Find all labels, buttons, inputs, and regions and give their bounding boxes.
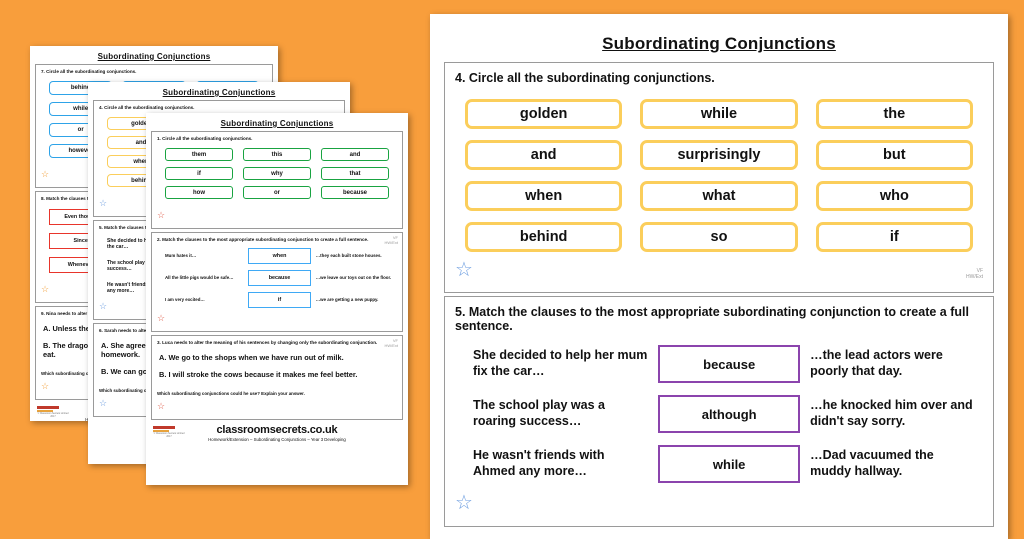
word-tile[interactable]: why <box>243 167 311 180</box>
word-tile[interactable]: what <box>640 181 798 211</box>
conjunction-tile[interactable]: when <box>248 248 311 264</box>
clause-text: She decided to help her mum fix the car… <box>473 348 648 378</box>
classroom-secrets-logo-icon: © Classroom Secrets Limited 2017 <box>153 426 185 438</box>
clause-text: All the little pigs would be safe… <box>165 275 234 281</box>
conjunction-tile[interactable]: because <box>248 270 311 286</box>
word-tile[interactable]: when <box>465 181 623 211</box>
match-row: He wasn't friends with Ahmed any more… w… <box>473 445 977 483</box>
screenshot-root: { "page": { "background_color": "#F89E3C… <box>0 0 1024 539</box>
sheet4-q2-prompt: 2. Match the clauses to the most appropr… <box>157 237 369 242</box>
worksheet-sheet-4[interactable]: Subordinating Conjunctions 1. Circle all… <box>146 113 408 485</box>
conjunction-tile[interactable]: although <box>658 395 801 433</box>
ending-text: …we leave our toys out on the floor. <box>315 275 392 281</box>
word-tile[interactable]: behind <box>465 222 623 252</box>
front-q5-footer: ☆ <box>455 493 983 514</box>
word-tile[interactable]: while <box>640 99 798 129</box>
sheet4-q3-line-a: A. We go to the shops when we have run o… <box>159 353 344 362</box>
clause-text: I am very excited… <box>165 297 205 303</box>
star-icon: ☆ <box>41 284 50 294</box>
match-row: I am very excited… if …we are getting a … <box>165 292 394 308</box>
sheet3-q4-prompt: 4. Circle all the subordinating conjunct… <box>99 105 195 110</box>
front-question-4: 4. Circle all the subordinating conjunct… <box>444 62 994 293</box>
word-tile[interactable]: who <box>815 181 973 211</box>
front-q4-prompt: 4. Circle all the subordinating conjunct… <box>455 71 715 85</box>
front-q5-prompt: 5. Match the clauses to the most appropr… <box>455 305 969 333</box>
word-tile[interactable]: how <box>165 186 233 199</box>
star-icon: ☆ <box>455 259 473 281</box>
ending-text: …he knocked him over and didn't say sorr… <box>810 398 973 428</box>
star-icon: ☆ <box>99 398 108 408</box>
ending-text: …we are getting a new puppy. <box>315 297 379 303</box>
star-icon: ☆ <box>157 210 166 220</box>
word-tile[interactable]: if <box>815 222 973 252</box>
star-icon: ☆ <box>41 169 50 179</box>
word-tile[interactable]: that <box>321 167 389 180</box>
sheet4-q3-prompt: 3. Luca needs to alter the meaning of hi… <box>157 340 378 345</box>
conjunction-tile[interactable]: because <box>658 345 801 383</box>
word-tile[interactable]: them <box>165 148 233 161</box>
word-tile[interactable]: and <box>465 140 623 170</box>
match-row: All the little pigs would be safe… becau… <box>165 270 394 286</box>
word-tile[interactable]: this <box>243 148 311 161</box>
star-icon: ☆ <box>41 381 50 391</box>
sheet4-q1-tiles: them this and if why that how or because <box>165 148 389 199</box>
worksheet-sheet-front[interactable]: Subordinating Conjunctions 4. Circle all… <box>430 14 1008 539</box>
clause-text: Mum hates it… <box>165 253 197 259</box>
copyright-text: © Classroom Secrets Limited 2017 <box>37 412 69 418</box>
star-icon: ☆ <box>99 301 108 311</box>
conjunction-tile[interactable]: if <box>248 292 311 308</box>
star-icon: ☆ <box>455 492 473 514</box>
sheet4-question-1: 1. Circle all the subordinating conjunct… <box>151 131 403 229</box>
footer-subtitle: Homework/Extension – Subordinating Conju… <box>208 437 346 442</box>
sheet2-title: Subordinating Conjunctions <box>97 52 211 61</box>
star-icon: ☆ <box>157 401 166 411</box>
conjunction-tile[interactable]: while <box>658 445 801 483</box>
sheet4-question-2: VF HW/Ext 2. Match the clauses to the mos… <box>151 232 403 332</box>
ending-text: …Dad vacuumed the muddy hallway. <box>810 448 934 478</box>
word-tile[interactable]: but <box>815 140 973 170</box>
word-tile[interactable]: so <box>640 222 798 252</box>
classroom-secrets-logo-icon: © Classroom Secrets Limited 2017 <box>37 406 69 418</box>
corner-tag: VF HW/Ext <box>384 235 398 245</box>
sheet4-q3-followup: Which subordinating conjunctions could h… <box>157 391 305 396</box>
sheet4-q3-line-b: B. I will stroke the cows because it mak… <box>159 370 358 379</box>
word-tile[interactable]: or <box>243 186 311 199</box>
word-tile[interactable]: the <box>815 99 973 129</box>
sheet4-q1-prompt: 1. Circle all the subordinating conjunct… <box>157 136 253 141</box>
star-icon: ☆ <box>157 313 166 323</box>
match-row: The school play was a roaring success… a… <box>473 395 977 433</box>
brand-text: classroomsecrets.co.uk <box>216 424 338 436</box>
front-q4-tiles: golden while the and surprisingly but wh… <box>465 99 973 252</box>
front-question-5: 5. Match the clauses to the most appropr… <box>444 296 994 527</box>
corner-tag: VF HW/Ext <box>384 338 398 348</box>
word-tile[interactable]: because <box>321 186 389 199</box>
ending-text: …the lead actors were poorly that day. <box>810 348 943 378</box>
star-icon: ☆ <box>99 198 108 208</box>
match-row: Mum hates it… when …they each built ston… <box>165 248 394 264</box>
sheet2-q7-prompt: 7. Circle all the subordinating conjunct… <box>41 69 137 74</box>
corner-tag: VF HW/Ext <box>966 267 983 280</box>
front-q4-footer: ☆ VF HW/Ext <box>455 260 983 280</box>
sheet3-title: Subordinating Conjunctions <box>162 88 276 97</box>
sheet4-title: Subordinating Conjunctions <box>220 119 334 128</box>
page-title: Subordinating Conjunctions <box>602 34 836 53</box>
ending-text: …they each built stone houses. <box>315 253 382 259</box>
word-tile[interactable]: golden <box>465 99 623 129</box>
copyright-text: © Classroom Secrets Limited 2017 <box>153 432 185 438</box>
clause-text: He wasn't friends with Ahmed any more… <box>473 448 605 478</box>
match-row: She decided to help her mum fix the car…… <box>473 345 977 383</box>
sheet4-footer: © Classroom Secrets Limited 2017 classro… <box>151 424 403 445</box>
word-tile[interactable]: surprisingly <box>640 140 798 170</box>
word-tile[interactable]: and <box>321 148 389 161</box>
sheet4-question-3: VF HW/Ext 3. Luca needs to alter the mean… <box>151 335 403 420</box>
clause-text: The school play was a roaring success… <box>473 398 605 428</box>
word-tile[interactable]: if <box>165 167 233 180</box>
